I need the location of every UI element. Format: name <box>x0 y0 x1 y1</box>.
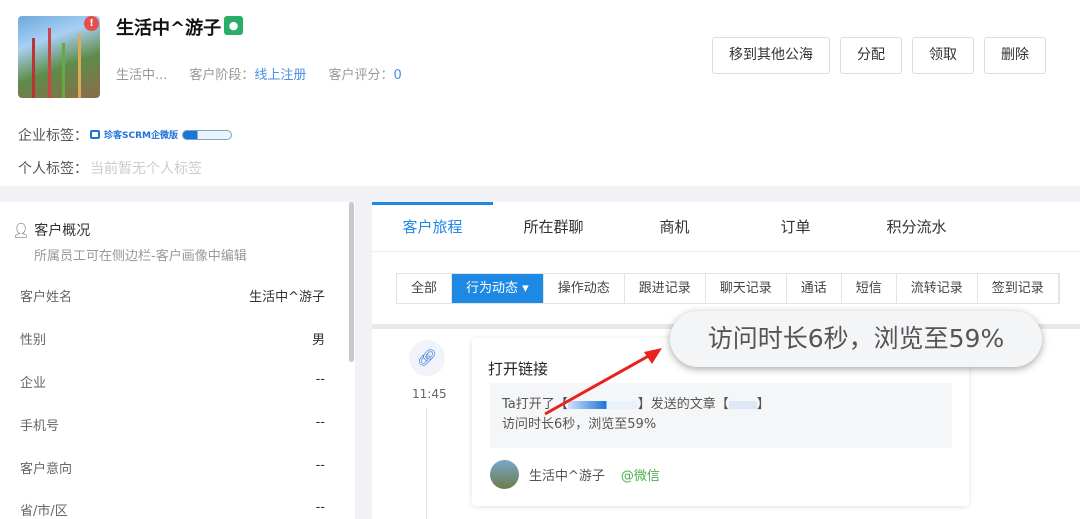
annotation-arrow-icon <box>544 348 662 416</box>
